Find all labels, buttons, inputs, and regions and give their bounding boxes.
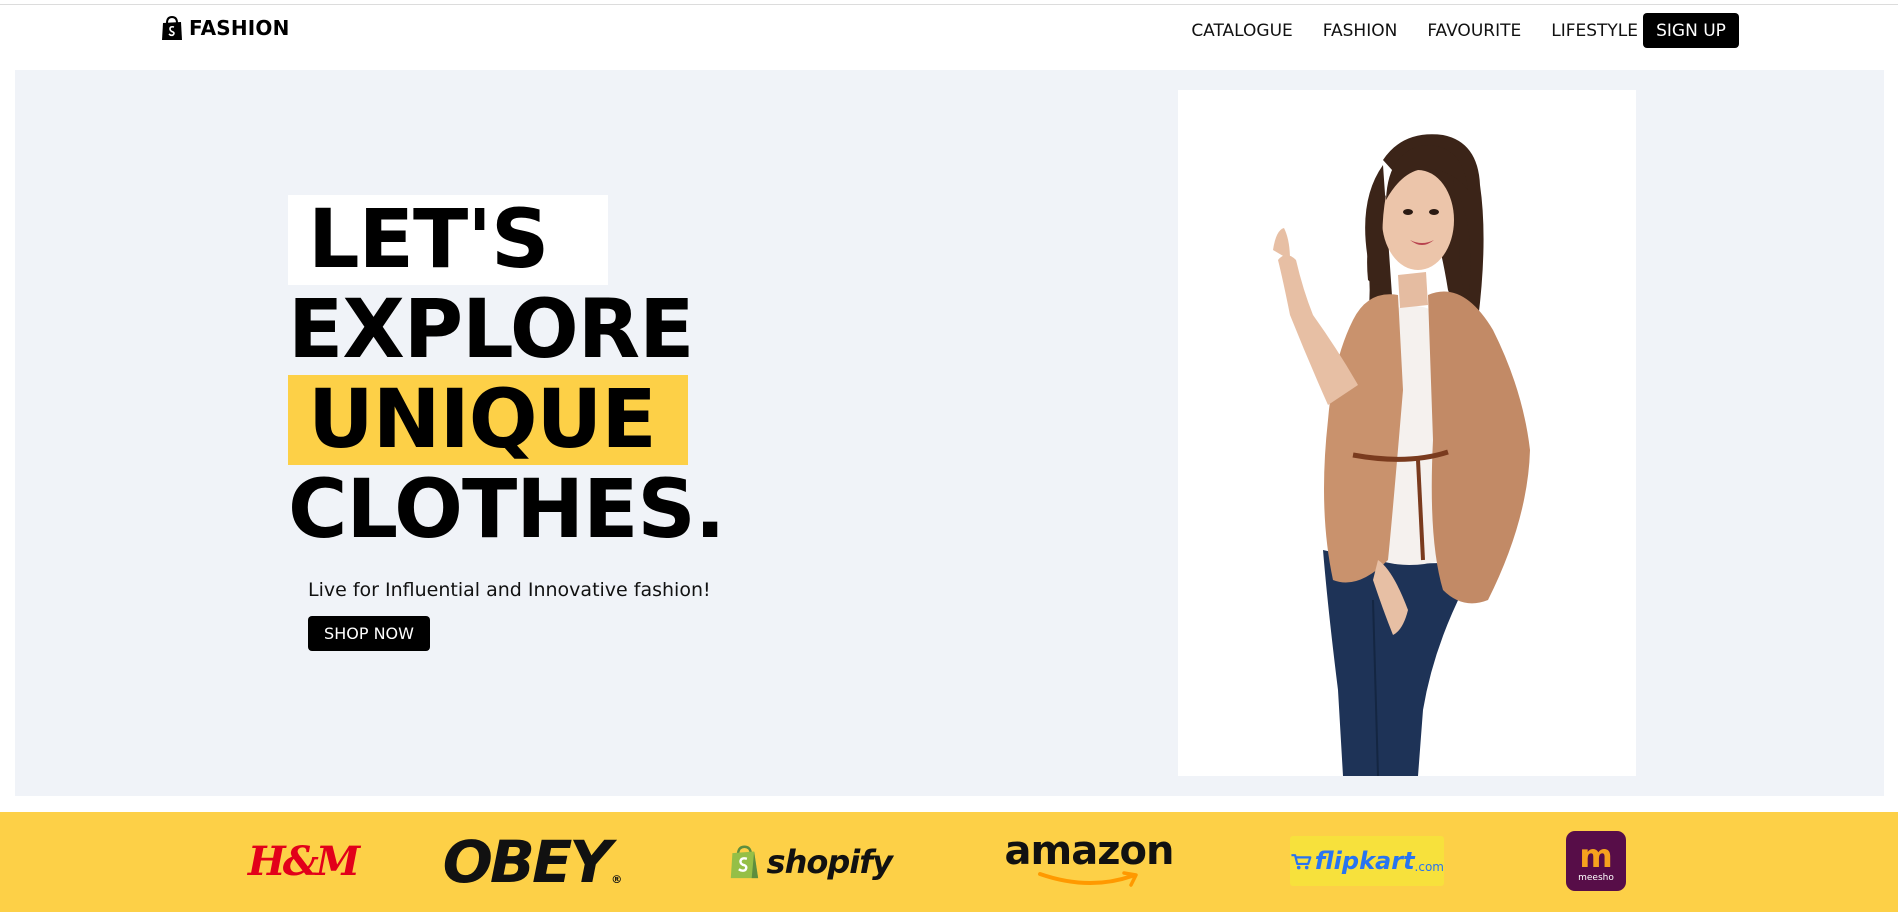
model-illustration: [1273, 134, 1530, 776]
headline-line-4: CLOTHES.: [288, 463, 726, 557]
nav-link-catalogue[interactable]: CATALOGUE: [1191, 19, 1292, 43]
navbar: FASHION CATALOGUE FASHION FAVOURITE LIFE…: [0, 5, 1898, 63]
hm-logo: H&M: [247, 837, 360, 885]
flipkart-logo: flipkart .com: [1290, 836, 1444, 886]
hero-tagline: Live for Influential and Innovative fash…: [308, 579, 711, 601]
flipkart-logo-text: flipkart: [1314, 847, 1415, 875]
flipkart-logo-suffix: .com: [1414, 860, 1444, 874]
amazon-logo: amazon: [1005, 830, 1174, 888]
nav-link-favourite[interactable]: FAVOURITE: [1427, 19, 1521, 43]
registered-mark: ®: [611, 873, 623, 886]
shopping-cart-icon: [1291, 854, 1312, 870]
amazon-logo-text: amazon: [1004, 828, 1175, 874]
obey-logo: OBEY ®: [443, 828, 623, 896]
hero-headline: LET'S EXPLORE UNIQUE CLOTHES.: [288, 195, 726, 557]
nav-link-lifestyle[interactable]: LIFESTYLE: [1551, 19, 1638, 43]
brand-logo-link[interactable]: FASHION: [161, 15, 290, 41]
brand-name: FASHION: [189, 16, 290, 40]
meesho-logo-text: meesho: [1578, 873, 1614, 883]
headline-line-2: EXPLORE: [288, 283, 694, 377]
model-photo: [1178, 90, 1636, 776]
sign-up-button[interactable]: SIGN UP: [1643, 13, 1739, 48]
meesho-logo: m meesho: [1566, 831, 1626, 891]
headline-line-3: UNIQUE: [288, 375, 688, 465]
shopify-bag-icon: [730, 845, 759, 879]
brand-logos-strip: H&M OBEY ® shopify amazon flipkart .com …: [0, 812, 1898, 912]
nav-link-fashion[interactable]: FASHION: [1323, 19, 1398, 43]
hero-section: LET'S EXPLORE UNIQUE CLOTHES. Live for I…: [15, 70, 1884, 796]
nav-links: CATALOGUE FASHION FAVOURITE LIFESTYLE: [1191, 19, 1638, 43]
obey-logo-text: OBEY: [442, 828, 612, 896]
amazon-smile-arrow-icon: [1038, 871, 1138, 887]
shopify-logo-text: shopify: [766, 843, 893, 881]
shopify-logo: shopify: [730, 838, 893, 886]
shopping-bag-icon: [162, 15, 182, 40]
headline-line-1: LET'S: [288, 195, 608, 285]
shop-now-button[interactable]: SHOP NOW: [308, 616, 430, 651]
meesho-logo-mark: m: [1579, 837, 1613, 875]
